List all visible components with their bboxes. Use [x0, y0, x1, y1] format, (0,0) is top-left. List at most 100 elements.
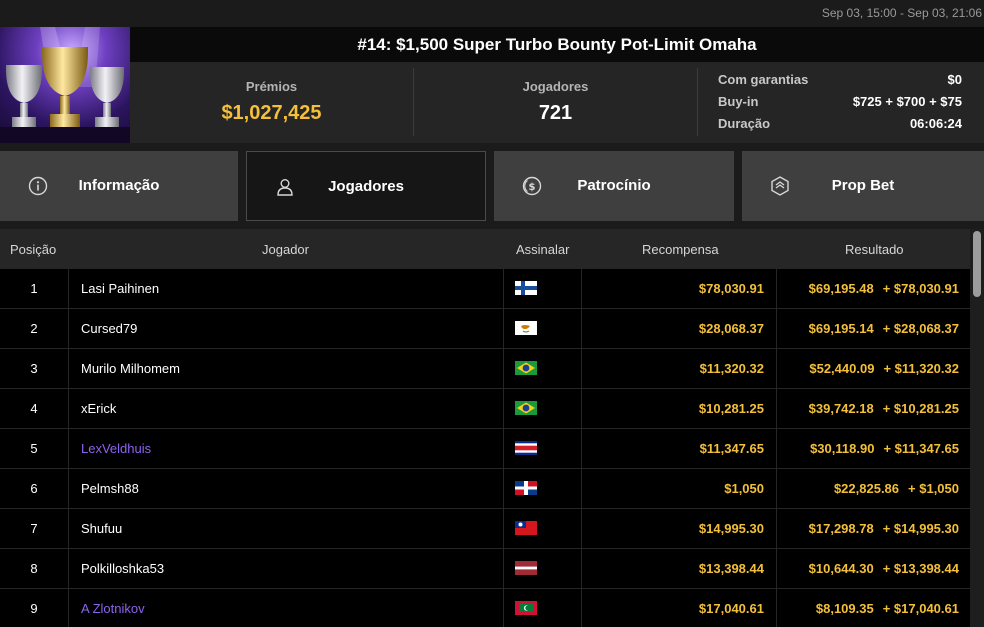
table-header: Posição Jogador Assinalar Recompensa Res… [0, 229, 970, 269]
row-position: 8 [30, 561, 38, 576]
column-divider [503, 389, 504, 429]
table-row[interactable]: 6 Pelmsh88 $1,050 $22,825.86 + $1,050 [0, 469, 970, 509]
guarantee-label: Com garantias [718, 72, 809, 87]
row-result-base: $52,440.09 [809, 361, 875, 376]
prizes-stat: Prémios $1,027,425 [130, 62, 413, 143]
stats-panel: Prémios $1,027,425 Jogadores 721 Com gar… [130, 62, 984, 143]
row-position: 1 [30, 281, 38, 296]
divider [697, 68, 698, 136]
column-divider [68, 589, 69, 627]
row-result-add: + $17,040.61 [882, 601, 959, 616]
tournament-title: #14: $1,500 Super Turbo Bounty Pot-Limit… [357, 34, 757, 54]
column-divider [68, 269, 69, 309]
finland-flag-icon [515, 281, 537, 295]
row-result-base: $69,195.14 [808, 321, 874, 336]
row-reward: $78,030.91 [698, 281, 764, 296]
row-position: 7 [30, 521, 38, 536]
row-reward: $11,320.32 [699, 361, 764, 376]
scroll-thumb[interactable] [973, 231, 981, 297]
column-divider [68, 549, 69, 589]
title-bar: #14: $1,500 Super Turbo Bounty Pot-Limit… [130, 27, 984, 62]
row-position: 4 [30, 401, 38, 416]
row-result: $8,109.35 + $17,040.61 [777, 589, 959, 627]
table-row[interactable]: 7 Shufuu $14,995.30 $17,298.78 + $14,995.30 [0, 509, 970, 549]
brazil-flag-icon [515, 401, 537, 415]
row-reward: $17,040.61 [698, 601, 764, 616]
tab-information[interactable]: Informação [0, 151, 238, 221]
table-row[interactable]: 8 Polkilloshka53 $13,398.44 $10,644.30 + $13… [0, 549, 970, 589]
row-result-base: $8,109.35 [815, 601, 874, 616]
tab-prop-bet-label: Prop Bet [831, 177, 895, 194]
table-row[interactable]: 1 Lasi Paihinen $78,030.91 $69,195.48 + $78,… [0, 269, 970, 309]
row-result-base: $30,118.90 [810, 441, 875, 456]
row-reward: $1,050 [724, 481, 764, 496]
row-result: $10,644.30 + $13,398.44 [777, 549, 959, 589]
tab-prop-bet[interactable]: Prop Bet [742, 151, 984, 221]
date-bar: Sep 03, 15:00 - Sep 03, 21:06 [0, 0, 984, 27]
cyprus-flag-icon [515, 321, 537, 335]
players-stat: Jogadores 721 [414, 62, 697, 143]
row-player-name: Pelmsh88 [81, 481, 139, 496]
table-row[interactable]: 9 A Zlotnikov $17,040.61 $8,109.35 + $17,040… [0, 589, 970, 627]
row-result-base: $10,644.30 [808, 561, 874, 576]
row-result-base: $22,825.86 [833, 481, 900, 496]
maldives-flag-icon [515, 601, 537, 615]
players-label: Jogadores [522, 79, 589, 94]
col-result: Resultado [845, 242, 904, 257]
row-player-name: Murilo Milhomem [81, 361, 180, 376]
col-reward: Recompensa [642, 242, 719, 257]
column-divider [503, 429, 504, 469]
players-value: 721 [538, 102, 573, 124]
table-row[interactable]: 2 Cursed79 $28,068.37 $69,195.14 + $28,068.3… [0, 309, 970, 349]
tab-information-label: Informação [78, 177, 160, 194]
column-divider [503, 509, 504, 549]
table-row[interactable]: 4 xErick $10,281.25 $39,742.18 + $10,281.25 [0, 389, 970, 429]
table-row[interactable]: 5 LexVeldhuis $11,347.65 $30,118.90 + $11,34… [0, 429, 970, 469]
row-reward: $13,398.44 [698, 561, 764, 576]
tab-bar: Informação Jogadores $ Patrocínio Prop B… [0, 151, 984, 221]
row-position: 3 [30, 361, 38, 376]
column-divider [503, 589, 504, 627]
date-range: Sep 03, 15:00 - Sep 03, 21:06 [821, 6, 982, 20]
tab-players-label: Jogadores [328, 178, 404, 195]
row-reward: $10,281.25 [698, 401, 764, 416]
column-divider [503, 269, 504, 309]
row-player-name: Shufuu [81, 521, 123, 536]
row-player-name[interactable]: A Zlotnikov [81, 589, 501, 627]
tab-sponsorship-label: Patrocínio [577, 177, 651, 194]
row-result: $39,742.18 + $10,281.25 [777, 389, 959, 429]
row-reward: $28,068.37 [698, 321, 764, 336]
row-flag [515, 549, 537, 589]
row-flag [515, 509, 537, 549]
row-player-name: Lasi Paihinen [81, 281, 160, 296]
duration-label: Duração [718, 116, 771, 131]
row-flag [515, 589, 537, 627]
col-flag: Assinalar [516, 242, 570, 257]
trophy-image [0, 27, 130, 143]
row-player-name[interactable]: LexVeldhuis [81, 429, 501, 469]
row-result-base: $17,298.78 [808, 521, 874, 536]
row-result-add: + $78,030.91 [882, 281, 959, 296]
column-divider [68, 509, 69, 549]
column-divider [503, 549, 504, 589]
costa-rica-flag-icon [515, 441, 537, 455]
row-result: $52,440.09 + $11,320.32 [777, 349, 959, 389]
taiwan-flag-icon [515, 521, 537, 535]
row-position: 9 [30, 601, 38, 616]
row-result-add: + $10,281.25 [882, 401, 959, 416]
buyin-row: Buy-in $725 + $700 + $75 [718, 94, 962, 112]
row-result: $22,825.86 + $1,050 [777, 469, 959, 509]
duration-value: 06:06:24 [909, 116, 962, 131]
row-player-name: Cursed79 [81, 321, 138, 336]
scrollbar[interactable] [970, 229, 984, 627]
prizes-label: Prémios [245, 79, 298, 94]
duration-row: Duração 06:06:24 [718, 116, 962, 134]
tab-sponsorship[interactable]: $ Patrocínio [494, 151, 734, 221]
table-row[interactable]: 3 Murilo Milhomem $11,320.32 $52,440.09 + $1… [0, 349, 970, 389]
row-result: $69,195.14 + $28,068.37 [777, 309, 959, 349]
tab-players[interactable]: Jogadores [246, 151, 486, 221]
row-result: $69,195.48 + $78,030.91 [777, 269, 959, 309]
col-player: Jogador [262, 242, 309, 257]
row-position: 5 [30, 441, 38, 456]
row-result: $30,118.90 + $11,347.65 [777, 429, 959, 469]
